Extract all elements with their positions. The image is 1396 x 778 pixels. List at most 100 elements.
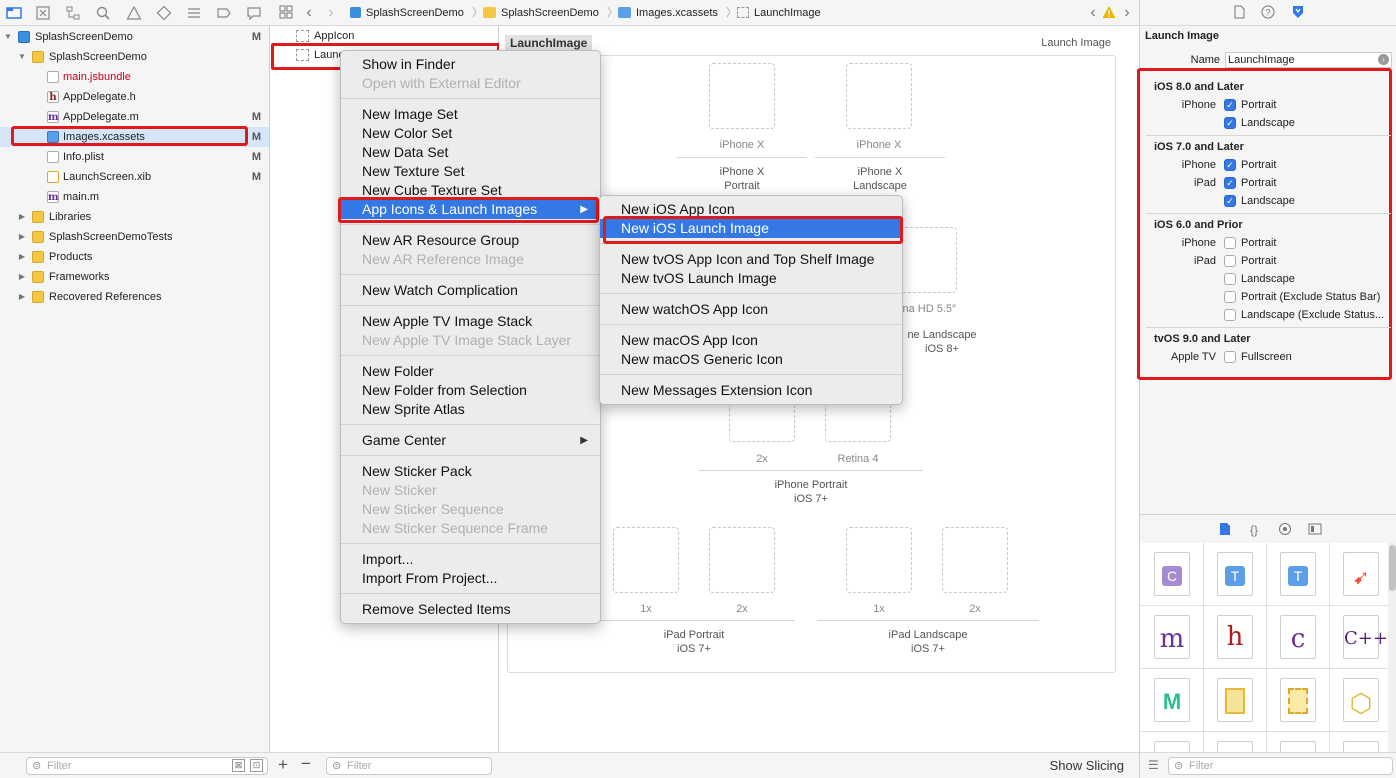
grid-icon[interactable]	[278, 5, 294, 21]
tree-item-file[interactable]: main.jsbundle	[0, 67, 269, 87]
scrollbar-thumb[interactable]	[1389, 545, 1396, 591]
menu-item-new-image-set[interactable]: New Image Set	[341, 105, 600, 124]
menu-item-new-folder-from-selection[interactable]: New Folder from Selection	[341, 381, 600, 400]
menu-item-open-external-editor[interactable]: Open with External Editor	[341, 74, 600, 93]
warning-icon[interactable]	[126, 5, 142, 21]
disclosure-closed-icon[interactable]: ▶	[17, 287, 27, 307]
file-template[interactable]	[1217, 741, 1253, 752]
menu-item-new-messages-extension-icon[interactable]: New Messages Extension Icon	[600, 381, 902, 400]
menu-item-new-watch-complication[interactable]: New Watch Complication	[341, 281, 600, 300]
scm-status-icon[interactable]: ⊡	[250, 759, 263, 772]
c-source-template[interactable]: c	[1280, 615, 1316, 659]
tree-item-file[interactable]: h AppDelegate.h	[0, 87, 269, 107]
previous-issue-icon[interactable]: ‹	[1085, 5, 1101, 21]
disclosure-closed-icon[interactable]: ▶	[17, 227, 27, 247]
image-slot[interactable]	[709, 63, 775, 129]
debug-icon[interactable]	[186, 5, 202, 21]
ios8-iphone-portrait-checkbox[interactable]: ✓	[1224, 99, 1236, 111]
menu-item-new-sprite-atlas[interactable]: New Sprite Atlas	[341, 400, 600, 419]
menu-item-new-apple-tv-image-stack[interactable]: New Apple TV Image Stack	[341, 312, 600, 331]
menu-item-new-sticker[interactable]: New Sticker	[341, 481, 600, 500]
scene-file-template[interactable]	[1280, 678, 1316, 722]
menu-item-new-apple-tv-image-stack-layer[interactable]: New Apple TV Image Stack Layer	[341, 331, 600, 350]
menu-item-remove-selected-items[interactable]: Remove Selected Items	[341, 600, 600, 619]
menu-item-new-sticker-sequence[interactable]: New Sticker Sequence	[341, 500, 600, 519]
menu-item-new-tvos-app-icon[interactable]: New tvOS App Icon and Top Shelf Image	[600, 250, 902, 269]
menu-item-new-macos-app-icon[interactable]: New macOS App Icon	[600, 331, 902, 350]
library-scrollbar[interactable]	[1388, 543, 1396, 752]
forward-arrow-icon[interactable]: ›	[323, 5, 339, 21]
ios6-ipad-portrait-exclude-checkbox[interactable]	[1224, 291, 1236, 303]
tvos-fullscreen-checkbox[interactable]	[1224, 351, 1236, 363]
tree-item-project[interactable]: ▼ SplashScreenDemo M	[0, 27, 269, 47]
menu-item-new-texture-set[interactable]: New Texture Set	[341, 162, 600, 181]
tree-item-group[interactable]: ▶ Frameworks	[0, 267, 269, 287]
ios6-ipad-landscape-checkbox[interactable]	[1224, 273, 1236, 285]
menu-item-import-from-project[interactable]: Import From Project...	[341, 569, 600, 588]
tree-item-group[interactable]: ▶ Libraries	[0, 207, 269, 227]
metal-file-template[interactable]: M	[1154, 678, 1190, 722]
image-slot[interactable]	[846, 63, 912, 129]
ios6-iphone-portrait-checkbox[interactable]	[1224, 237, 1236, 249]
remove-icon[interactable]: −	[301, 754, 311, 774]
disclosure-open-icon[interactable]: ▼	[3, 27, 13, 47]
tree-item-file[interactable]: Info.plist M	[0, 147, 269, 167]
next-issue-icon[interactable]: ›	[1119, 5, 1135, 21]
asset-filter-input[interactable]: ⊜ Filter	[326, 757, 492, 775]
breadcrumb-project[interactable]: SplashScreenDemo	[350, 5, 464, 21]
tree-item-group[interactable]: ▶ SplashScreenDemoTests	[0, 227, 269, 247]
warning-icon[interactable]	[1101, 5, 1117, 21]
source-control-icon[interactable]	[35, 5, 51, 21]
menu-item-show-in-finder[interactable]: Show in Finder	[341, 55, 600, 74]
tree-item-group[interactable]: ▼ SplashScreenDemo	[0, 47, 269, 67]
menu-item-new-data-set[interactable]: New Data Set	[341, 143, 600, 162]
tree-item-file[interactable]: LaunchScreen.xib M	[0, 167, 269, 187]
file-inspector-icon[interactable]	[1231, 5, 1247, 21]
breadcrumb-catalog[interactable]: Images.xcassets	[618, 5, 718, 21]
recent-files-icon[interactable]: ⊠	[232, 759, 245, 772]
menu-item-new-ar-resource-group[interactable]: New AR Resource Group	[341, 231, 600, 250]
breadcrumb-group[interactable]: SplashScreenDemo	[483, 5, 599, 21]
disclosure-closed-icon[interactable]: ▶	[17, 267, 27, 287]
image-slot[interactable]	[709, 527, 775, 593]
file-template[interactable]	[1280, 741, 1316, 752]
back-arrow-icon[interactable]: ‹	[301, 5, 317, 21]
menu-item-import[interactable]: Import...	[341, 550, 600, 569]
ios7-iphone-portrait-checkbox[interactable]: ✓	[1224, 159, 1236, 171]
search-icon[interactable]	[95, 5, 111, 21]
menu-item-new-macos-generic-icon[interactable]: New macOS Generic Icon	[600, 350, 902, 369]
report-icon[interactable]	[246, 5, 262, 21]
image-slot[interactable]	[942, 527, 1008, 593]
code-snippet-icon[interactable]: {}	[1246, 522, 1262, 538]
show-slicing-button[interactable]: Show Slicing	[1050, 758, 1124, 773]
image-slot[interactable]	[825, 406, 891, 442]
hierarchy-icon[interactable]	[65, 5, 81, 21]
breadcrumb-asset[interactable]: LaunchImage	[737, 5, 821, 21]
media-library-icon[interactable]	[1307, 522, 1323, 538]
menu-item-new-watchos-app-icon[interactable]: New watchOS App Icon	[600, 300, 902, 319]
attributes-inspector-icon[interactable]	[1290, 5, 1306, 21]
tree-item-file[interactable]: m main.m	[0, 187, 269, 207]
image-slot[interactable]	[846, 527, 912, 593]
menu-item-new-folder[interactable]: New Folder	[341, 362, 600, 381]
breakpoint-icon[interactable]	[216, 5, 232, 21]
image-slot[interactable]	[729, 406, 795, 442]
c-file-template[interactable]: C	[1154, 552, 1190, 596]
folder-icon[interactable]	[6, 5, 22, 21]
file-template[interactable]	[1343, 741, 1379, 752]
tree-item-group[interactable]: ▶ Products	[0, 247, 269, 267]
object-library-icon[interactable]	[1277, 522, 1293, 538]
image-slot[interactable]	[613, 527, 679, 593]
ios8-iphone-landscape-checkbox[interactable]: ✓	[1224, 117, 1236, 129]
image-file-template[interactable]	[1217, 678, 1253, 722]
tree-item-group[interactable]: ▶ Recovered References	[0, 287, 269, 307]
ios6-ipad-landscape-exclude-checkbox[interactable]	[1224, 309, 1236, 321]
cpp-file-template[interactable]: C++	[1343, 615, 1388, 659]
add-icon[interactable]: +	[278, 755, 288, 775]
scenekit-template[interactable]: ⬡	[1343, 678, 1379, 722]
test-case-template[interactable]: T	[1217, 552, 1253, 596]
file-template[interactable]	[1154, 741, 1190, 752]
menu-item-new-color-set[interactable]: New Color Set	[341, 124, 600, 143]
menu-item-game-center[interactable]: Game Center ▶	[341, 431, 600, 450]
ios7-ipad-landscape-checkbox[interactable]: ✓	[1224, 195, 1236, 207]
